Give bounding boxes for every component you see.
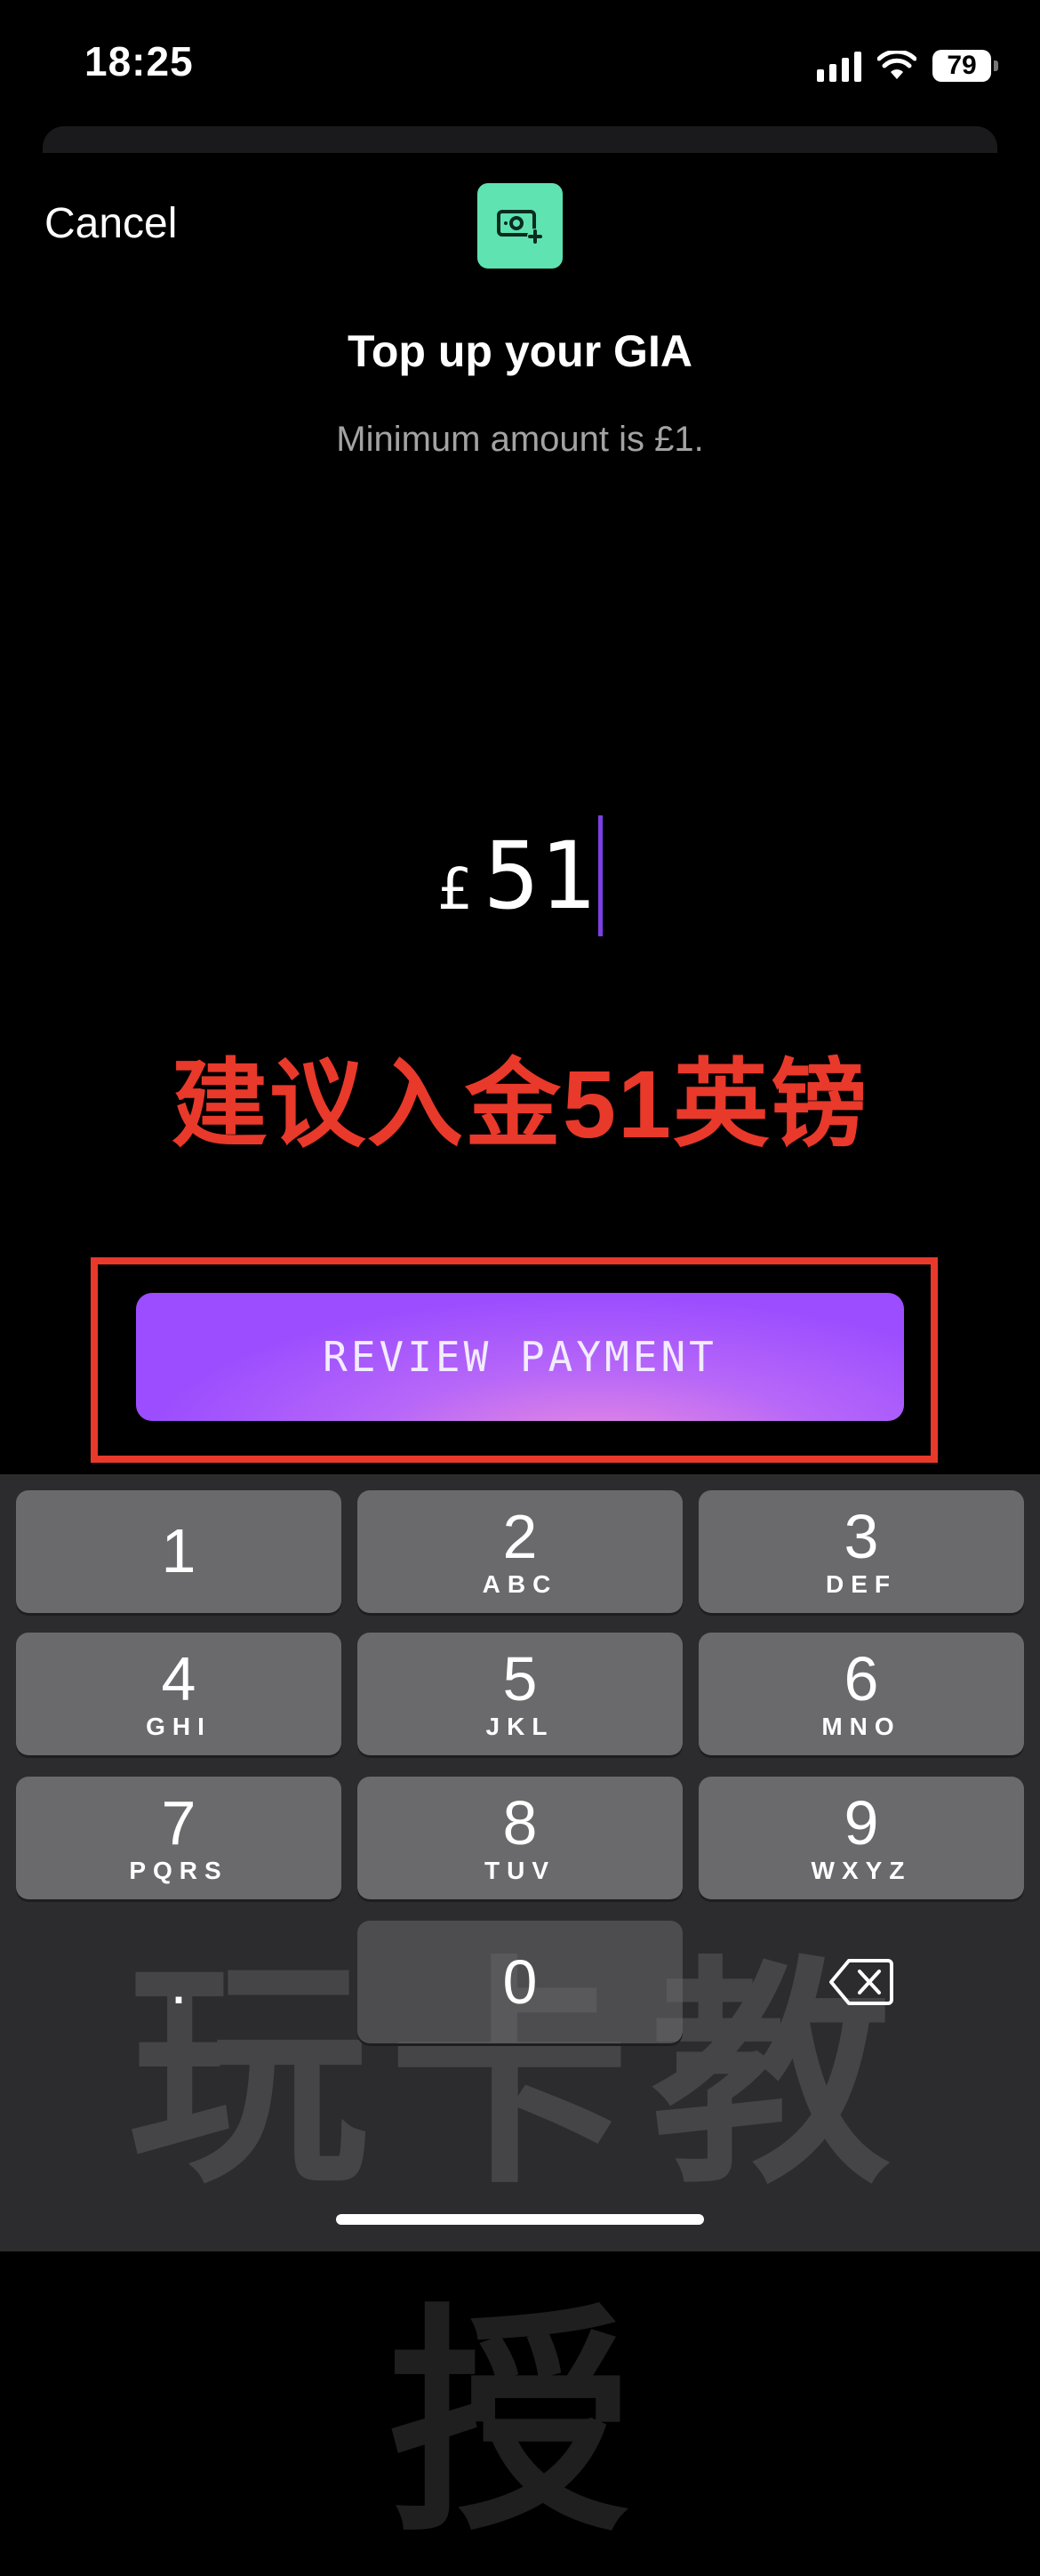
currency-symbol: £ [436, 857, 472, 923]
key-decimal[interactable]: . [16, 1921, 341, 2043]
key-digit: . [170, 1947, 188, 2017]
page-title: Top up your GIA [348, 326, 692, 376]
review-payment-button[interactable]: REVIEW PAYMENT [136, 1293, 904, 1421]
key-7[interactable]: 7 PQRS [16, 1777, 341, 1899]
cellular-signal-icon [817, 50, 861, 82]
amount-input[interactable]: £ 51 [0, 809, 1040, 943]
key-letters: ABC [482, 1570, 558, 1598]
status-indicators: 79 [817, 44, 998, 87]
key-digit: 5 [502, 1644, 538, 1713]
key-8[interactable]: 8 TUV [357, 1777, 683, 1899]
battery-level: 79 [947, 51, 977, 80]
delete-key[interactable] [699, 1921, 1024, 2043]
key-digit: 7 [161, 1788, 196, 1858]
wifi-icon [877, 51, 916, 79]
key-4[interactable]: 4 GHI [16, 1633, 341, 1755]
key-3[interactable]: 3 DEF [699, 1490, 1024, 1613]
key-letters: DEF [826, 1570, 897, 1598]
cancel-button[interactable]: Cancel [44, 199, 177, 248]
key-digit: 9 [844, 1788, 879, 1858]
key-letters: JKL [485, 1713, 555, 1740]
key-2[interactable]: 2 ABC [357, 1490, 683, 1613]
key-digit: 0 [502, 1947, 538, 2017]
key-digit: 4 [161, 1644, 196, 1713]
cash-icon [477, 183, 563, 269]
key-letters: TUV [484, 1857, 556, 1884]
key-digit: 2 [502, 1502, 538, 1571]
key-digit: 3 [844, 1502, 879, 1571]
key-digit: 8 [502, 1788, 538, 1858]
key-0[interactable]: 0 [357, 1921, 683, 2043]
home-indicator [336, 2214, 704, 2225]
key-digit: 6 [844, 1644, 879, 1713]
text-cursor [598, 815, 604, 936]
annotation-text: 建议入金51英镑 [171, 1050, 869, 1158]
amount-value: 51 [484, 822, 596, 930]
key-letters: WXYZ [811, 1857, 912, 1884]
battery-icon: 79 [932, 50, 998, 82]
backspace-icon [829, 1959, 893, 2005]
key-letters: PQRS [129, 1857, 228, 1884]
key-6[interactable]: 6 MNO [699, 1633, 1024, 1755]
key-letters: GHI [146, 1713, 212, 1740]
status-time: 18:25 [84, 38, 194, 84]
sheet-top-edge [43, 126, 997, 153]
key-5[interactable]: 5 JKL [357, 1633, 683, 1755]
page-subtitle: Minimum amount is £1. [336, 420, 704, 459]
key-letters: MNO [821, 1713, 901, 1740]
key-digit: 1 [161, 1516, 196, 1585]
key-9[interactable]: 9 WXYZ [699, 1777, 1024, 1899]
key-1[interactable]: 1 [16, 1490, 341, 1613]
